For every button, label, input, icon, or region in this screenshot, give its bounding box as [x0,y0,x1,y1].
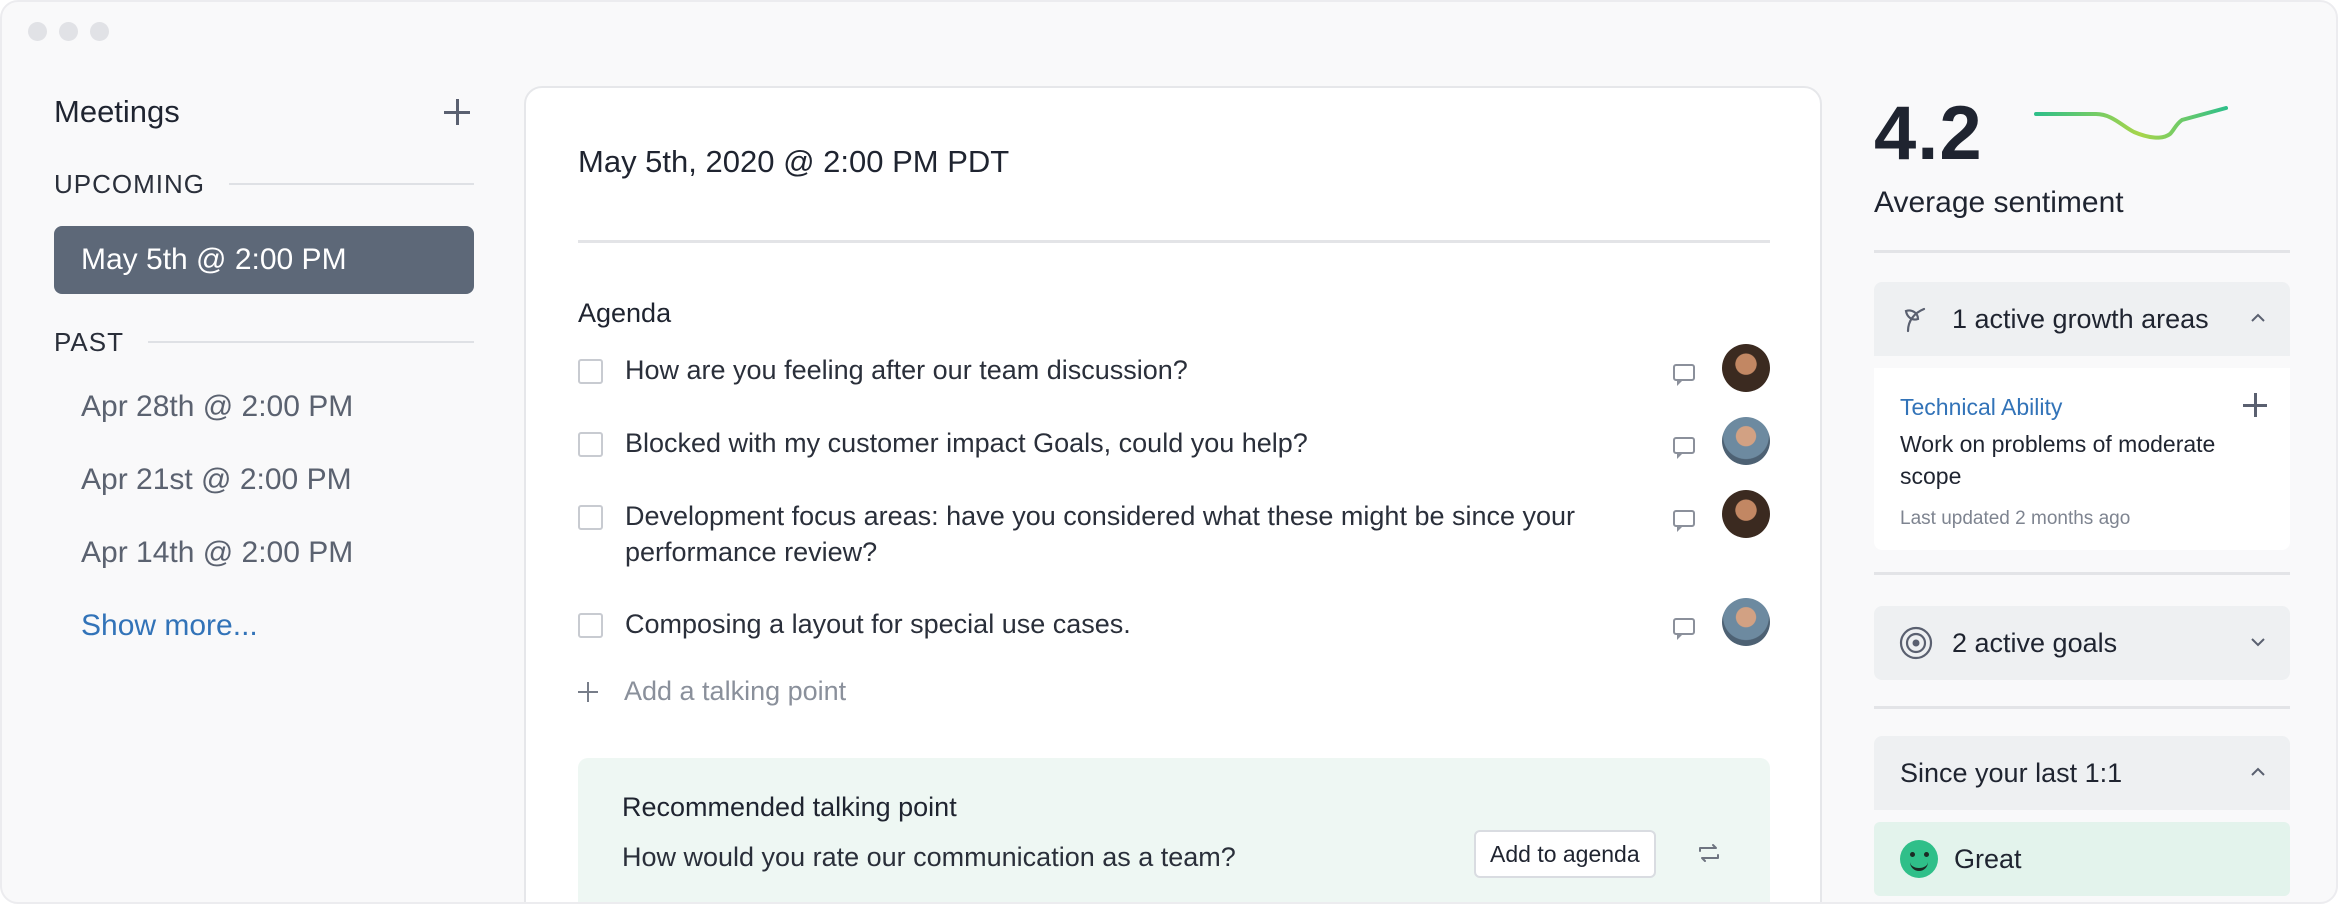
meeting-detail-card: May 5th, 2020 @ 2:00 PM PDT Agenda How a… [524,86,1822,902]
growth-areas-label: 1 active growth areas [1952,303,2209,334]
plus-icon [578,681,598,702]
meeting-item[interactable]: Apr 21st @ 2:00 PM [54,443,474,516]
agenda-item-text: How are you feeling after our team discu… [625,355,1188,385]
growth-area-category[interactable]: Technical Ability [1900,394,2062,421]
avatar [1722,344,1770,392]
upcoming-label: UPCOMING [54,168,205,199]
smiley-icon [1900,840,1938,878]
growth-area-card: Technical Ability Work on problems of mo… [1874,368,2290,550]
sentiment-sparkline [2034,106,2228,140]
growth-icon [1904,307,1926,333]
agenda-item: Blocked with my customer impact Goals, c… [578,417,1770,465]
comment-icon[interactable] [1673,364,1695,386]
agenda-label: Agenda [578,298,672,328]
meeting-item-active[interactable]: May 5th @ 2:00 PM [54,226,474,294]
since-last-label: Since your last 1:1 [1900,757,2123,788]
past-meetings-list: Apr 28th @ 2:00 PM Apr 21st @ 2:00 PM Ap… [54,370,474,662]
agenda-checkbox[interactable] [578,359,603,384]
add-talking-point-button[interactable]: Add a talking point [578,676,846,707]
sidebar-header: Meetings [54,90,474,134]
show-more-link[interactable]: Show more... [54,589,474,662]
comment-icon[interactable] [1673,510,1695,532]
agenda-checkbox[interactable] [578,505,603,530]
chevron-up-icon [2251,313,2265,322]
panel-divider [1874,572,2290,575]
upcoming-section: UPCOMING [54,166,474,202]
recommended-question: How would you rate our communication as … [622,842,1236,872]
comment-icon[interactable] [1673,437,1695,459]
close-dot[interactable] [28,22,47,41]
add-meeting-button[interactable] [440,95,474,129]
recommended-title: Recommended talking point [622,792,957,822]
past-label: PAST [54,326,124,357]
past-section: PAST [54,324,474,360]
agenda-checkbox[interactable] [578,613,603,638]
chevron-down-icon [2251,638,2265,647]
agenda-item: Development focus areas: have you consid… [578,490,1770,570]
panel-divider [1874,250,2290,253]
comment-icon[interactable] [1673,618,1695,640]
window-controls [28,22,109,41]
sentiment-summary: 4.2 [1874,86,2290,176]
add-growth-area-button[interactable] [2242,392,2268,418]
sentiment-rating-label: Great [1954,843,2022,874]
avatar [1722,417,1770,465]
agenda-item-text: Blocked with my customer impact Goals, c… [625,428,1308,458]
meeting-item[interactable]: Apr 28th @ 2:00 PM [54,370,474,443]
add-talking-point-label: Add a talking point [624,676,847,706]
sentiment-score: 4.2 [1874,91,1983,176]
sentiment-rating: Great [1874,822,2290,896]
goals-label: 2 active goals [1952,627,2118,658]
agenda-item: Composing a layout for special use cases… [578,598,1770,646]
section-divider [229,183,474,185]
avatar [1722,490,1770,538]
chevron-up-icon [2251,767,2265,776]
sentiment-label: Average sentiment [1874,186,2124,219]
growth-area-updated: Last updated 2 months ago [1900,508,2131,529]
goals-accordion[interactable]: 2 active goals [1874,606,2290,680]
sidebar-title: Meetings [54,94,180,129]
minimize-dot[interactable] [59,22,78,41]
refresh-icon[interactable] [1696,842,1722,864]
title-divider [578,240,1770,243]
agenda-item-text: Composing a layout for special use cases… [625,609,1131,639]
recommended-talking-point: Recommended talking point How would you … [578,758,1770,902]
growth-area-description: Work on problems of moderate scope [1900,431,2216,489]
app-window: Meetings UPCOMING May 5th @ 2:00 PM PAST… [0,0,2338,904]
agenda-checkbox[interactable] [578,432,603,457]
meetings-sidebar: Meetings UPCOMING May 5th @ 2:00 PM PAST… [54,90,474,662]
meeting-item[interactable]: Apr 14th @ 2:00 PM [54,516,474,589]
growth-areas-accordion[interactable]: 1 active growth areas [1874,282,2290,356]
target-icon [1899,626,1933,660]
agenda-item: How are you feeling after our team discu… [578,344,1770,392]
meeting-title: May 5th, 2020 @ 2:00 PM PDT [578,144,1010,179]
avatar [1722,598,1770,646]
add-to-agenda-button[interactable]: Add to agenda [1474,830,1656,878]
since-last-accordion[interactable]: Since your last 1:1 [1874,736,2290,810]
agenda-item-text: Development focus areas: have you consid… [625,501,1576,567]
panel-divider [1874,706,2290,709]
maximize-dot[interactable] [90,22,109,41]
section-divider [147,341,474,343]
